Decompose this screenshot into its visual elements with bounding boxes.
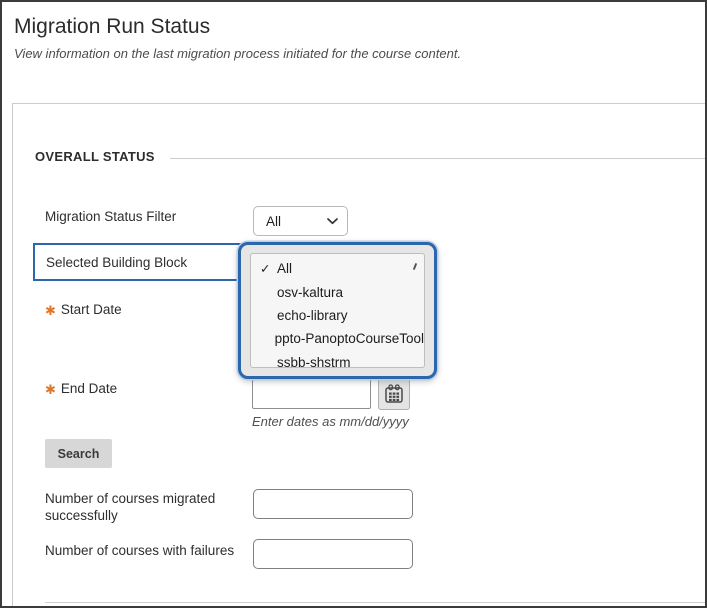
dropdown-option-ssbb-shstrm[interactable]: ssbb-shstrm xyxy=(260,351,424,368)
date-format-hint: Enter dates as mm/dd/yyyy xyxy=(252,414,409,429)
bottom-divider xyxy=(45,602,705,603)
section-divider xyxy=(170,158,705,159)
required-asterisk-icon: ✱ xyxy=(45,302,56,319)
courses-migrated-label: Number of courses migrated successfully xyxy=(45,490,235,524)
courses-failures-label: Number of courses with failures xyxy=(45,542,260,559)
calendar-icon xyxy=(383,383,405,405)
migration-status-filter-select[interactable]: All xyxy=(253,206,348,236)
checkmark-icon: ✓ xyxy=(260,261,277,276)
dropdown-option-osv-kaltura[interactable]: osv-kaltura xyxy=(260,280,424,303)
dropdown-option-ppto-panoptocoursetool[interactable]: ppto-PanoptoCourseTool xyxy=(260,327,424,350)
building-block-dropdown: ✓ All osv-kaltura echo-library ppto-Pano… xyxy=(238,242,437,379)
courses-failures-input[interactable] xyxy=(253,539,413,569)
migration-status-filter-value: All xyxy=(266,214,281,229)
start-date-label: Start Date xyxy=(61,302,122,317)
start-date-row: ✱ Start Date xyxy=(45,302,122,319)
migration-status-filter-label: Migration Status Filter xyxy=(45,209,176,224)
dropdown-option-echo-library[interactable]: echo-library xyxy=(260,304,424,327)
required-asterisk-icon: ✱ xyxy=(45,381,56,398)
selected-building-block-label: Selected Building Block xyxy=(33,243,247,281)
end-date-input[interactable] xyxy=(252,379,371,409)
chevron-down-icon xyxy=(327,218,338,225)
page-subtitle: View information on the last migration p… xyxy=(14,46,461,61)
migration-run-status-page: Migration Run Status View information on… xyxy=(0,0,707,608)
page-title: Migration Run Status xyxy=(14,15,210,39)
search-button[interactable]: Search xyxy=(45,439,112,468)
end-date-row: ✱ End Date xyxy=(45,381,117,398)
dropdown-option-all[interactable]: ✓ All xyxy=(260,257,424,280)
calendar-picker-button[interactable] xyxy=(378,378,410,410)
building-block-option-list: ✓ All osv-kaltura echo-library ppto-Pano… xyxy=(250,253,425,368)
courses-migrated-input[interactable] xyxy=(253,489,413,519)
end-date-label: End Date xyxy=(61,381,117,396)
section-header: OVERALL STATUS xyxy=(35,149,155,164)
